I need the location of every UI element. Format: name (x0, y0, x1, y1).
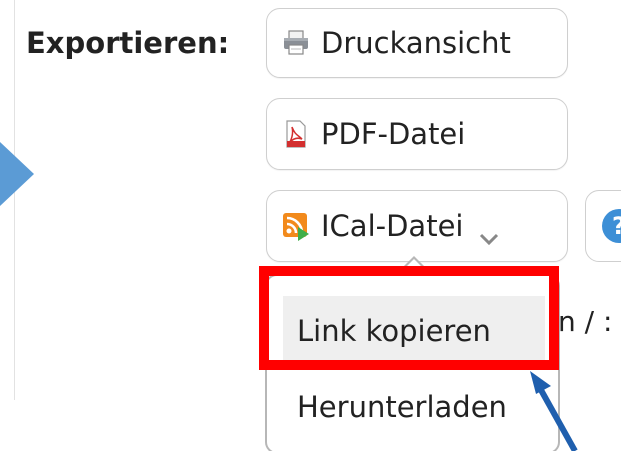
annotation-arrow (530, 371, 578, 451)
screenshot-stage: Exportieren: Druckansicht PDF-Datei ICal… (0, 0, 621, 451)
